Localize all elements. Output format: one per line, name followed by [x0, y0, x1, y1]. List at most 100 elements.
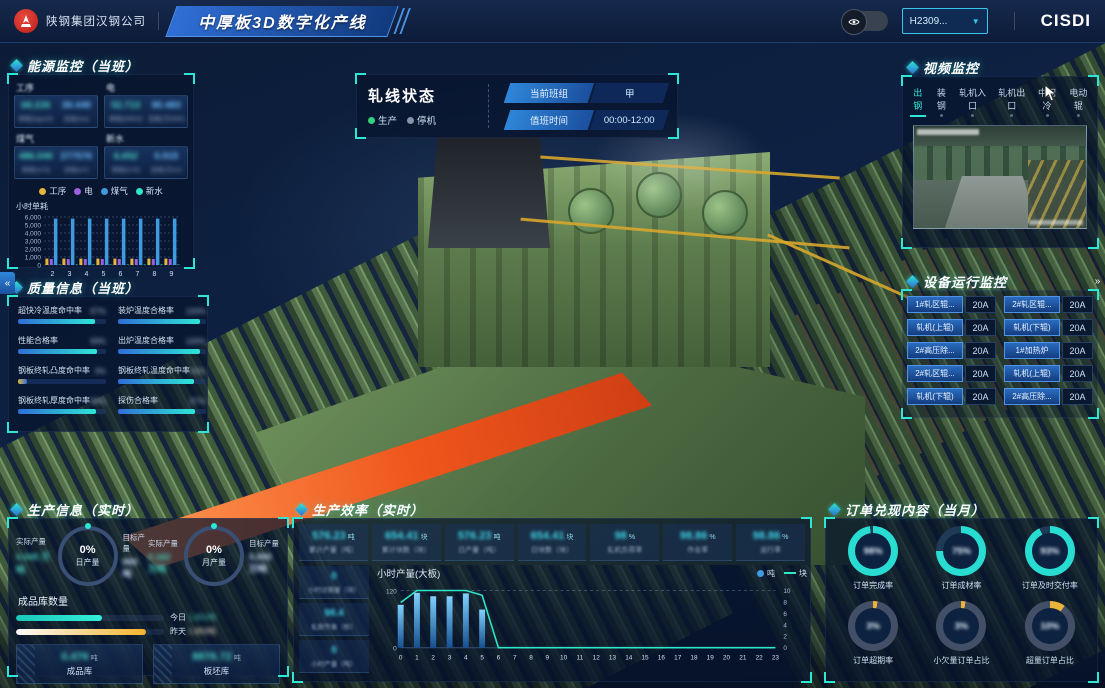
energy-value: 0.915	[148, 151, 186, 162]
svg-text:18: 18	[690, 655, 698, 662]
shift-select-dropdown[interactable]: H2309... ▼	[902, 8, 988, 34]
svg-text:0: 0	[37, 263, 41, 270]
svg-text:3: 3	[448, 655, 452, 662]
svg-text:8: 8	[153, 271, 157, 278]
collapse-panel-button[interactable]: «	[0, 272, 15, 294]
device-label-button[interactable]: 轧机(下辊)	[1004, 319, 1060, 336]
device-label-button[interactable]: 2#高压除...	[907, 342, 963, 359]
legend-dot-process	[39, 188, 46, 195]
energy-unit: 总耗(m³)	[58, 164, 96, 174]
energy-card-name: 新水	[106, 132, 188, 145]
efficiency-section-header: 生产效率（实时）	[297, 500, 424, 519]
order-overdue-donut: 3%订单超期率	[829, 601, 917, 666]
device-item: 轧机(下辊)20A	[1004, 319, 1093, 336]
legend-label: 工序	[49, 185, 66, 197]
svg-text:3: 3	[68, 271, 72, 278]
energy-card-name: 工序	[16, 81, 98, 94]
svg-text:22: 22	[756, 655, 764, 662]
shift-select-value: H2309...	[910, 16, 948, 27]
divider	[1014, 12, 1015, 30]
video-tab-mill-entry[interactable]: 轧机入口	[957, 86, 988, 117]
svg-text:0: 0	[399, 655, 403, 662]
svg-text:23: 23	[772, 655, 780, 662]
device-item: 2#高压除...20A	[907, 342, 996, 359]
svg-text:21: 21	[739, 655, 747, 662]
expand-panel-button[interactable]: »	[1090, 270, 1105, 292]
video-panel: 出钢 装钢 轧机入口 轧机出口 中间冷 电动辊	[902, 76, 1098, 248]
device-item: 1#轧区辊...20A	[907, 296, 996, 313]
cctv-video-feed[interactable]	[913, 125, 1087, 229]
efficiency-stat: 98.86%作业率	[663, 524, 732, 561]
svg-text:4: 4	[783, 622, 787, 629]
video-tab-tapping[interactable]: 出钢	[910, 86, 926, 117]
duty-time-row: 值班时间 00:00-12:00	[504, 110, 669, 130]
legend-label: 新水	[146, 185, 163, 197]
scene-mill-housing	[418, 152, 770, 367]
energy-card-gas: 煤气 486.040单耗(m³/t) 277576总耗(m³)	[14, 131, 98, 179]
energy-unit: 单耗(kgce/t)	[17, 113, 55, 123]
divider	[488, 84, 489, 128]
line-status-title: 轧线状态	[368, 85, 478, 106]
device-label-button[interactable]: 2#轧区辊...	[907, 365, 963, 382]
video-title: 视频监控	[923, 58, 979, 77]
energy-value: 486.040	[17, 151, 55, 162]
svg-text:2,000: 2,000	[25, 247, 42, 254]
device-label-button[interactable]: 2#高压除...	[1004, 388, 1060, 405]
legend-dot-electric	[74, 188, 81, 195]
device-label-button[interactable]: 1#轧区辊...	[907, 296, 963, 313]
efficiency-stat: 576.23吨日产量（吨）	[445, 524, 514, 561]
quality-title: 质量信息（当班）	[27, 278, 139, 297]
energy-unit: 单耗(m³/t)	[107, 164, 145, 174]
device-item: 轧机(上辊)20A	[1004, 365, 1093, 382]
video-tab-inter-cooling[interactable]: 中间冷	[1035, 86, 1058, 117]
energy-unit: 总耗(万m³)	[148, 164, 186, 174]
svg-text:5: 5	[102, 271, 106, 278]
device-current-value: 20A	[1062, 342, 1093, 359]
scene-yellow-railing	[540, 156, 839, 180]
svg-text:3,000: 3,000	[25, 239, 42, 246]
energy-chart-legend: 工序 电 煤气 新水	[14, 185, 188, 197]
cctv-timestamp	[917, 129, 979, 135]
device-label-button[interactable]: 2#轧区辊...	[1004, 296, 1060, 313]
device-label-button[interactable]: 1#加热炉	[1004, 342, 1060, 359]
scene-cylinder	[636, 172, 682, 218]
hourly-chart-legend: 吨 块	[757, 568, 807, 579]
energy-value: 6.652	[107, 151, 145, 162]
quality-item: 出炉温度合格率100%	[118, 335, 206, 354]
device-current-value: 20A	[1062, 388, 1093, 405]
device-label-button[interactable]: 轧机(下辊)	[907, 388, 963, 405]
gauge-dot	[85, 523, 91, 529]
svg-text:4: 4	[464, 655, 468, 662]
video-tab-mill-exit[interactable]: 轧机出口	[996, 86, 1027, 117]
producing-status-dot	[368, 117, 375, 124]
svg-text:5,000: 5,000	[25, 223, 42, 230]
svg-text:13: 13	[609, 655, 617, 662]
legend-label: 煤气	[111, 185, 128, 197]
visibility-toggle[interactable]	[842, 11, 888, 31]
device-label-button[interactable]: 轧机(上辊)	[1004, 365, 1060, 382]
devices-section-header: 设备运行监控	[908, 272, 1007, 291]
monthly-output-gauge: 实际产量0.162 万吨 0% 月产量 目标产量5.000 万吨	[148, 526, 280, 586]
quality-item: 钢板终轧凸度命中率3%	[18, 365, 106, 384]
stock-bar-yesterday: 昨天1.893吨	[16, 626, 280, 637]
gauge-ring: 0% 月产量	[184, 526, 244, 586]
svg-text:17: 17	[674, 655, 682, 662]
device-item: 2#轧区辊...20A	[1004, 296, 1093, 313]
orders-section-header: 订单兑现内容（当月）	[830, 500, 985, 519]
svg-text:5: 5	[480, 655, 484, 662]
video-tab-motor-roller[interactable]: 电动辊	[1067, 86, 1090, 117]
flame-icon	[19, 14, 33, 28]
device-current-value: 20A	[1062, 319, 1093, 336]
device-label-button[interactable]: 轧机(上辊)	[907, 319, 963, 336]
diamond-icon	[906, 275, 919, 288]
video-tab-charging[interactable]: 装钢	[934, 86, 950, 117]
svg-text:6,000: 6,000	[25, 215, 42, 222]
efficiency-side-stat: 0小时过钢量（块）	[299, 566, 369, 599]
energy-value: 68.226	[17, 100, 55, 111]
scene-cylinder	[568, 188, 614, 234]
svg-text:120: 120	[386, 588, 397, 595]
device-current-value: 20A	[1062, 365, 1093, 382]
cctv-floor	[945, 176, 1040, 228]
efficiency-side-stat: 0小时产量（吨）	[299, 640, 369, 673]
hourly-output-chart: 1200024681001234567891011121314151617181…	[377, 580, 807, 676]
